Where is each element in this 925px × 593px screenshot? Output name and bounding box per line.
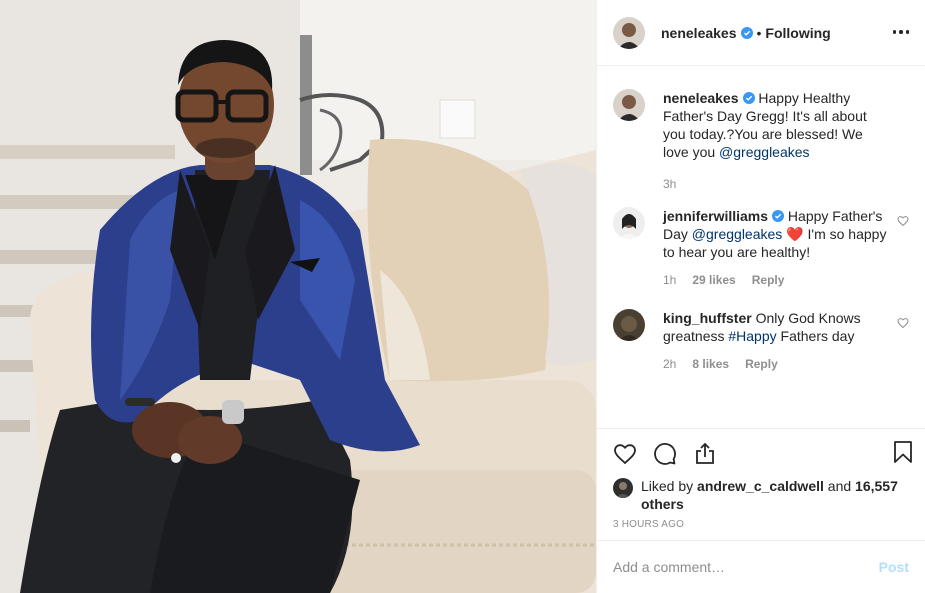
commenter-username[interactable]: king_huffster	[663, 310, 752, 326]
post-timestamp[interactable]: 3 HOURS AGO	[613, 519, 909, 530]
comment-input[interactable]: Add a comment…	[613, 559, 879, 575]
commenter-username[interactable]: jenniferwilliams	[663, 208, 768, 224]
instagram-post-window: neneleakes • Following neneleakes Happy …	[0, 0, 925, 593]
more-options-icon[interactable]	[889, 22, 913, 42]
caption-username[interactable]: neneleakes	[663, 90, 739, 106]
verified-badge-icon	[772, 210, 785, 222]
caption-time[interactable]: 3h	[663, 175, 676, 193]
post-button[interactable]: Post	[879, 559, 909, 575]
comment-mention-link[interactable]: @greggleakes	[692, 226, 783, 242]
comment-hashtag-link[interactable]: #Happy	[728, 328, 776, 344]
commenter-avatar[interactable]	[613, 207, 645, 239]
comment-time[interactable]: 2h	[663, 355, 676, 373]
post-actions: Liked by andrew_c_caldwell and 16,557 ot…	[597, 428, 925, 539]
comment-item: king_huffster Only God Knows greatness #…	[613, 309, 909, 373]
comment-like-heart-icon[interactable]	[897, 215, 909, 227]
comment-item: jenniferwilliams Happy Father's Day @gre…	[613, 207, 909, 289]
heart-emoji: ❤️	[786, 226, 804, 242]
likes-mid: and	[823, 478, 856, 494]
post-sidebar: neneleakes • Following neneleakes Happy …	[596, 0, 925, 593]
comment-likes[interactable]: 8 likes	[692, 355, 729, 373]
post-photo-image	[0, 0, 596, 593]
reply-button[interactable]: Reply	[745, 355, 778, 373]
share-icon[interactable]	[693, 442, 717, 466]
comment-form: Add a comment… Post	[597, 540, 925, 593]
verified-badge-icon	[742, 92, 755, 104]
liker-username[interactable]: andrew_c_caldwell	[697, 478, 824, 494]
comments-list[interactable]: neneleakes Happy Healthy Father's Day Gr…	[597, 67, 925, 427]
caption-avatar[interactable]	[613, 89, 645, 121]
likes-prefix: Liked by	[641, 478, 698, 494]
caption-mention-link[interactable]: @greggleakes	[719, 144, 810, 160]
post-header: neneleakes • Following	[597, 0, 925, 66]
commenter-avatar[interactable]	[613, 309, 645, 341]
verified-badge-icon	[740, 26, 753, 39]
heart-icon[interactable]	[613, 442, 637, 466]
comment-likes[interactable]: 29 likes	[692, 271, 735, 289]
comment-like-heart-icon[interactable]	[897, 317, 909, 329]
post-photo[interactable]	[0, 0, 596, 593]
owner-username[interactable]: neneleakes	[661, 25, 737, 41]
comment-icon[interactable]	[653, 442, 677, 466]
reply-button[interactable]: Reply	[752, 271, 785, 289]
caption-item: neneleakes Happy Healthy Father's Day Gr…	[613, 89, 909, 193]
bookmark-icon[interactable]	[891, 440, 915, 464]
separator-dot: •	[756, 24, 762, 41]
likes-summary: Liked by andrew_c_caldwell and 16,557 ot…	[613, 477, 909, 513]
liker-avatar[interactable]	[613, 478, 633, 498]
comment-text-end: Fathers day	[776, 328, 855, 344]
comment-time[interactable]: 1h	[663, 271, 676, 289]
owner-avatar[interactable]	[613, 16, 645, 49]
following-button[interactable]: Following	[765, 25, 830, 41]
